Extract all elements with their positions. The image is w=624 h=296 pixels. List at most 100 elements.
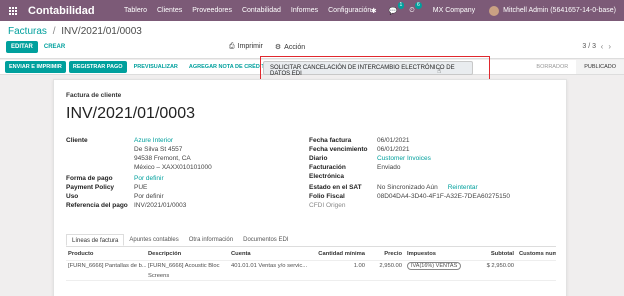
- pager-next-icon[interactable]: ›: [608, 42, 616, 51]
- due-date-field[interactable]: 06/01/2021: [377, 145, 410, 154]
- breadcrumb: Facturas / INV/2021/01/0003: [8, 26, 142, 37]
- journal-label: Diario: [309, 155, 328, 162]
- stage-posted[interactable]: PUBLICADO: [576, 60, 624, 74]
- payment-reference-field[interactable]: INV/2021/01/0003: [134, 201, 186, 210]
- sat-state-label: Estado en el SAT: [309, 184, 362, 191]
- col-product[interactable]: Producto: [66, 249, 146, 260]
- invoice-number: INV/2021/01/0003: [66, 105, 195, 122]
- print-label: Imprimir: [237, 43, 263, 50]
- app-switcher-icon[interactable]: [6, 0, 20, 21]
- due-date-label: Fecha vencimiento: [309, 146, 368, 153]
- payment-policy-label: Payment Policy: [66, 184, 115, 191]
- table-row-continuation: Screens: [66, 272, 556, 281]
- table-header: Producto Descripción Cuenta Cantidad mín…: [66, 249, 556, 261]
- cfdi-origin-label: CFDI Origen: [309, 202, 346, 209]
- invoice-date-field[interactable]: 06/01/2021: [377, 136, 410, 145]
- user-menu[interactable]: Mitchell Admin (5641657-14-0-base): [503, 7, 616, 14]
- sat-state-value: No Sincronizado Aún: [377, 184, 438, 191]
- menu-informes[interactable]: Informes: [291, 7, 318, 14]
- col-quantity[interactable]: Cantidad mínima: [307, 249, 369, 260]
- control-panel: Facturas / INV/2021/01/0003 EDITAR CREAR…: [0, 21, 624, 59]
- pager-value[interactable]: 3 / 3: [582, 43, 596, 50]
- preview-button[interactable]: PREVISUALIZAR: [130, 61, 182, 73]
- cell-product: [66, 272, 146, 280]
- edit-button[interactable]: EDITAR: [6, 41, 38, 53]
- right-fields-group: Fecha factura 06/01/2021 Fecha vencimien…: [309, 136, 510, 210]
- payment-policy-field[interactable]: PUE: [134, 183, 147, 192]
- status-stages: BORRADOR PUBLICADO: [528, 60, 624, 74]
- table-row[interactable]: [FURN_6666] Pantallas de b... [FURN_6666…: [66, 261, 556, 272]
- cell-product: [FURN_6666] Pantallas de b...: [68, 263, 146, 269]
- cell-customs: [517, 261, 556, 272]
- customer-label: Cliente: [66, 137, 88, 144]
- breadcrumb-parent[interactable]: Facturas: [8, 26, 47, 37]
- messages-badge: 1: [397, 1, 405, 9]
- fiscal-folio-value: 08D04DA4-3D40-4F1F-A32E-7DEA60275150: [377, 193, 510, 200]
- customer-field[interactable]: Azure Interior: [134, 136, 212, 145]
- form-tabs: Líneas de factura Apuntes contables Otra…: [66, 234, 556, 247]
- payment-reference-label: Referencia del pago: [66, 202, 128, 209]
- tab-other-info[interactable]: Otra información: [184, 234, 238, 246]
- action-dropdown[interactable]: ⚙ Acción: [275, 43, 305, 51]
- col-taxes[interactable]: Impuestos: [405, 249, 479, 260]
- register-payment-button[interactable]: REGISTRAR PAGO: [68, 61, 127, 73]
- stage-draft[interactable]: BORRADOR: [528, 60, 577, 74]
- menu-tablero[interactable]: Tablero: [124, 7, 147, 14]
- invoice-lines-table: Producto Descripción Cuenta Cantidad mín…: [66, 249, 556, 281]
- print-dropdown[interactable]: ⎙ Imprimir: [229, 43, 263, 51]
- menu-contabilidad[interactable]: Contabilidad: [242, 7, 281, 14]
- top-navbar: Contabilidad Tablero Clientes Proveedore…: [0, 0, 624, 21]
- e-invoicing-state: Enviado: [377, 164, 401, 171]
- col-description[interactable]: Descripción: [146, 249, 229, 260]
- bug-icon[interactable]: ✱: [371, 7, 377, 15]
- send-print-button[interactable]: ENVIAR E IMPRIMIR: [5, 61, 66, 73]
- e-invoicing-label: Facturación: [309, 164, 346, 171]
- activities-badge: 6: [414, 1, 422, 9]
- col-account[interactable]: Cuenta: [229, 249, 307, 260]
- payment-form-field[interactable]: Por definir: [134, 174, 164, 183]
- print-icon: ⎙: [229, 43, 235, 50]
- cell-account: 401.01.01 Ventas y/o servic...: [231, 263, 307, 269]
- breadcrumb-separator: /: [52, 26, 56, 37]
- cell-subtotal: $ 2,950.00: [486, 263, 514, 269]
- tab-invoice-lines[interactable]: Líneas de factura: [66, 234, 125, 246]
- activities-icon[interactable]: ⏲ 6: [409, 1, 422, 15]
- company-switcher[interactable]: MX Company: [433, 7, 475, 14]
- action-label: Acción: [284, 44, 306, 51]
- customer-address-line: 94538 Fremont, CA: [134, 155, 191, 162]
- menu-proveedores[interactable]: Proveedores: [192, 7, 232, 14]
- journal-field[interactable]: Customer Invoices: [377, 154, 431, 163]
- gear-icon: ⚙: [274, 44, 282, 51]
- e-invoicing-label-2: Electrónica: [309, 173, 345, 180]
- usage-label: Uso: [66, 193, 79, 200]
- col-price[interactable]: Precio: [369, 249, 405, 260]
- cell-description: Screens: [148, 273, 170, 279]
- messages-icon[interactable]: 💬 1: [389, 1, 405, 15]
- tax-tag: IVA(16%) VENTAS: [407, 262, 462, 270]
- menu-clientes[interactable]: Clientes: [157, 7, 182, 14]
- cell-taxes: IVA(16%) VENTAS: [405, 261, 479, 272]
- create-button[interactable]: CREAR: [42, 41, 67, 53]
- left-fields-group: Cliente Azure Interior De Silva St 4557 …: [66, 136, 212, 210]
- main-menu: Tablero Clientes Proveedores Contabilida…: [124, 7, 371, 14]
- usage-field[interactable]: Por definir: [134, 192, 164, 201]
- customer-address-line: De Silva St 4557: [134, 146, 183, 153]
- cell-price: 2,950.00: [379, 263, 402, 269]
- document-type: Factura de cliente: [66, 92, 122, 99]
- app-brand[interactable]: Contabilidad: [28, 5, 104, 17]
- invoice-date-label: Fecha factura: [309, 137, 352, 144]
- cell-quantity: 1.00: [353, 263, 365, 269]
- col-customs-number[interactable]: Customs number: [517, 249, 556, 260]
- hand-cursor-icon: ☝: [437, 68, 442, 75]
- breadcrumb-current: INV/2021/01/0003: [61, 26, 142, 37]
- col-subtotal[interactable]: Subtotal: [479, 249, 517, 260]
- customer-address-line: México – XAXX010101000: [134, 164, 212, 171]
- tab-journal-items[interactable]: Apuntes contables: [124, 234, 183, 246]
- sat-retry-button[interactable]: Reintentar: [448, 183, 478, 192]
- payment-form-label: Forma de pago: [66, 175, 113, 182]
- avatar[interactable]: [489, 5, 500, 16]
- tab-edi-documents[interactable]: Documentos EDI: [238, 234, 293, 246]
- invoice-sheet: Factura de cliente INV/2021/01/0003 Clie…: [53, 79, 567, 296]
- fiscal-folio-label: Folio Fiscal: [309, 193, 345, 200]
- cell-description: [FURN_6666] Acoustic Bloc: [148, 263, 220, 269]
